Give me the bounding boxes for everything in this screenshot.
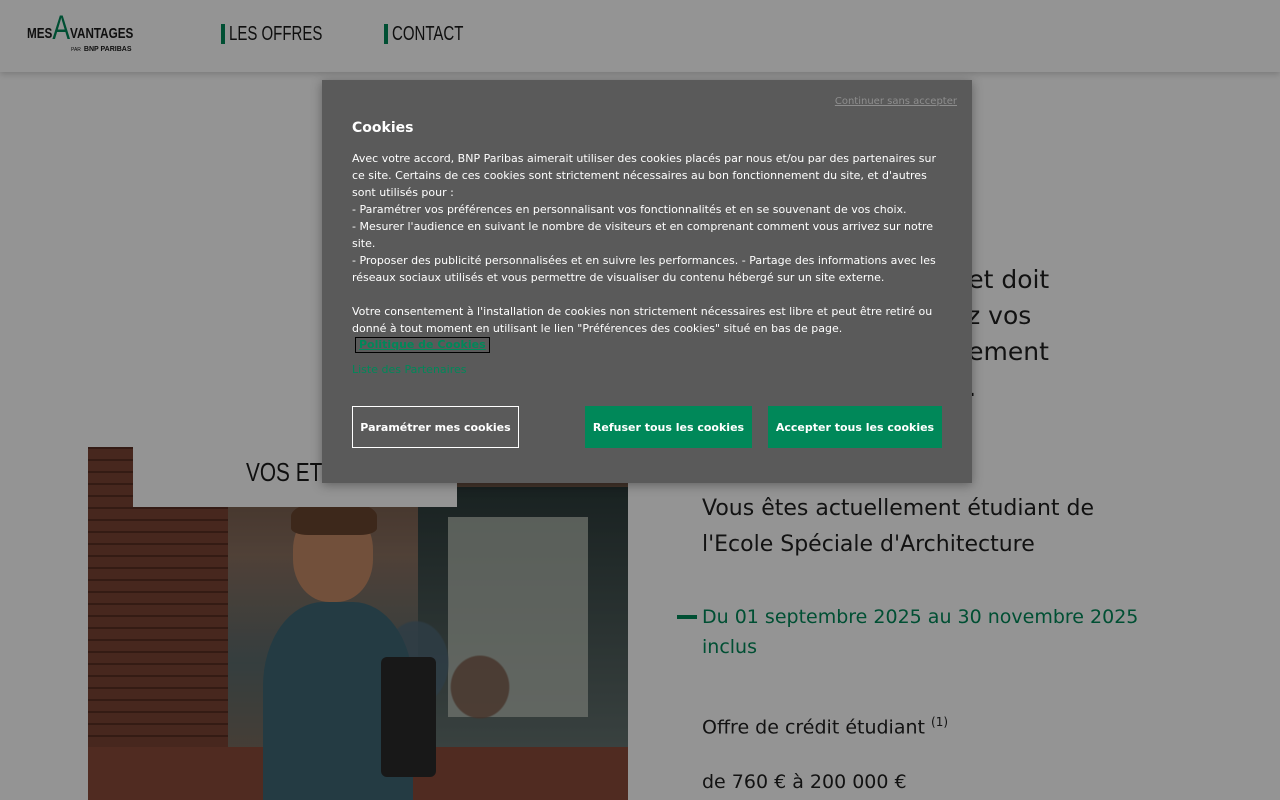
refuse-cookies-button[interactable]: Refuser tous les cookies (585, 406, 752, 448)
cookie-body-bullet: - Mesurer l'audience en suivant le nombr… (352, 220, 934, 250)
cookie-body-bullet: - Proposer des publicité personnalisées … (352, 254, 936, 284)
cookie-body-paragraph: Avec votre accord, BNP Paribas aimerait … (352, 152, 937, 199)
cookie-consent-modal: Continuer sans accepter Cookies Avec vot… (322, 80, 972, 483)
cookie-title: Cookies (352, 120, 414, 136)
continue-without-accepting-link[interactable]: Continuer sans accepter (835, 96, 957, 107)
accept-cookies-button[interactable]: Accepter tous les cookies (768, 406, 942, 448)
partners-list-link[interactable]: Liste des Partenaires (352, 363, 467, 376)
cookie-policy-link[interactable]: Politique de Cookies (355, 337, 490, 353)
cookie-body: Avec votre accord, BNP Paribas aimerait … (352, 150, 944, 337)
cookie-settings-button[interactable]: Paramétrer mes cookies (352, 406, 519, 448)
cookie-body-paragraph: Votre consentement à l'installation de c… (352, 305, 933, 335)
cookie-body-bullet: - Paramétrer vos préférences en personna… (352, 203, 907, 216)
